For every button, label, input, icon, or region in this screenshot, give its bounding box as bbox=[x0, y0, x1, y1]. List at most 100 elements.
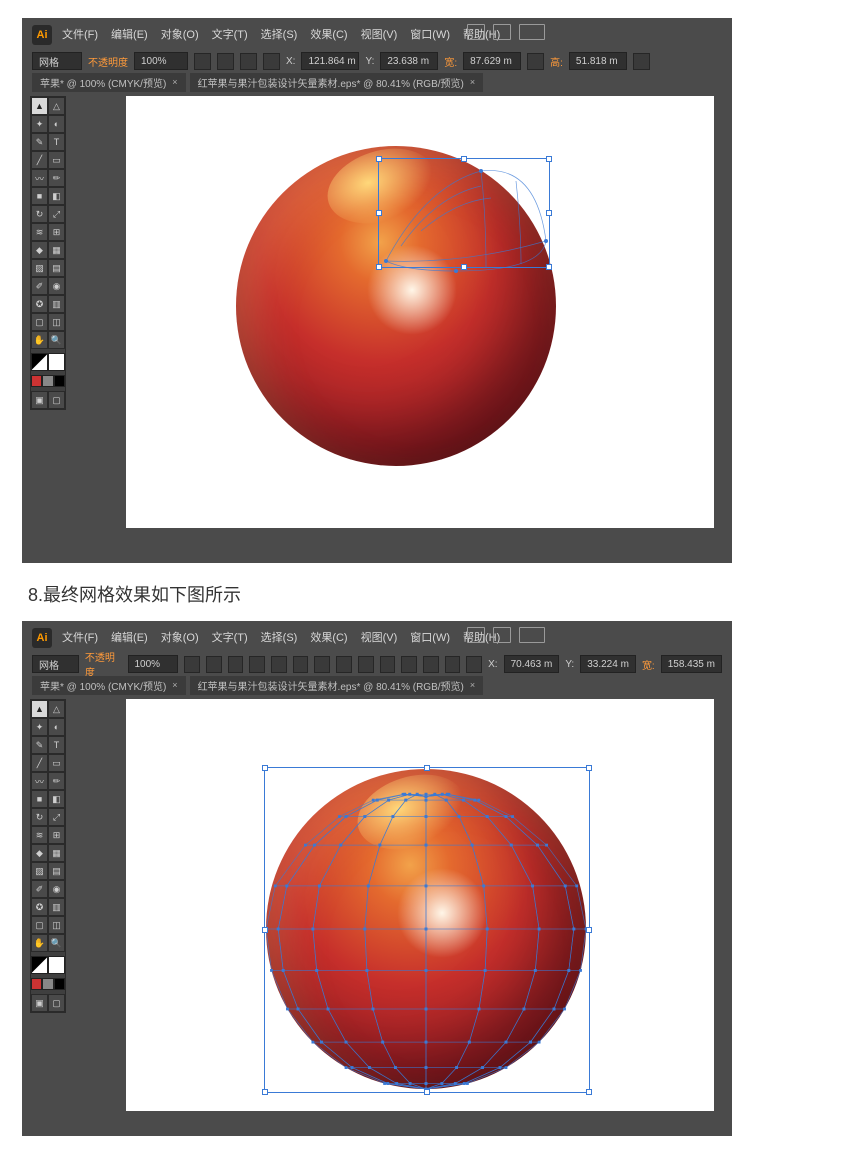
opacity-input[interactable]: 100% bbox=[134, 52, 188, 70]
pen-tool[interactable]: ✎ bbox=[31, 133, 48, 151]
screen-mode-tool[interactable]: ▣ bbox=[31, 994, 48, 1012]
tab-2[interactable]: 红苹果与果汁包装设计矢量素材.eps* @ 80.41% (RGB/预览)× bbox=[190, 73, 484, 92]
zoom-tool[interactable]: 🔍 bbox=[48, 934, 65, 952]
magic-wand-tool[interactable]: ✦ bbox=[31, 115, 48, 133]
anchor-icon-3[interactable] bbox=[293, 656, 309, 673]
selection-bounds[interactable] bbox=[378, 158, 550, 268]
fill-swatch[interactable] bbox=[31, 956, 48, 974]
pencil-tool[interactable]: ✏ bbox=[48, 772, 65, 790]
blob-brush-tool[interactable]: ■ bbox=[31, 790, 48, 808]
perspective-tool[interactable]: ▦ bbox=[48, 241, 65, 259]
rectangle-tool[interactable]: ▭ bbox=[48, 754, 65, 772]
stroke-swatch[interactable] bbox=[48, 353, 65, 371]
anchor-icon-8[interactable] bbox=[401, 656, 417, 673]
menu-view[interactable]: 视图(V) bbox=[361, 26, 398, 42]
menu-select[interactable]: 选择(S) bbox=[261, 26, 298, 42]
y-input[interactable]: 33.224 m bbox=[580, 655, 636, 673]
lasso-tool[interactable]: ◐ bbox=[48, 718, 65, 736]
symbol-tool[interactable]: ✪ bbox=[31, 295, 48, 313]
menu-effect[interactable]: 效果(C) bbox=[310, 26, 347, 42]
hand-tool[interactable]: ✋ bbox=[31, 331, 48, 349]
h-input[interactable]: 51.818 m bbox=[569, 52, 627, 70]
menu-edit[interactable]: 编辑(E) bbox=[111, 629, 148, 645]
anchor-icon-2[interactable] bbox=[271, 656, 287, 673]
mini-color[interactable] bbox=[42, 375, 53, 387]
anchor-icon-4[interactable] bbox=[314, 656, 330, 673]
type-tool[interactable]: T bbox=[48, 736, 65, 754]
eraser-tool[interactable]: ◧ bbox=[48, 187, 65, 205]
artboard-tool[interactable]: ▢ bbox=[31, 313, 48, 331]
close-icon[interactable]: × bbox=[470, 77, 475, 87]
close-icon[interactable]: × bbox=[172, 77, 177, 87]
menu-object[interactable]: 对象(O) bbox=[161, 26, 199, 42]
menu-effect[interactable]: 效果(C) bbox=[310, 629, 347, 645]
mini-color[interactable] bbox=[31, 375, 42, 387]
arrange-icon[interactable] bbox=[493, 24, 511, 40]
screen-mode-tool[interactable]: ▣ bbox=[31, 391, 48, 409]
workspace-icon[interactable] bbox=[519, 627, 545, 643]
magic-wand-tool[interactable]: ✦ bbox=[31, 718, 48, 736]
direct-selection-tool[interactable]: △ bbox=[48, 700, 65, 718]
blend-tool[interactable]: ◉ bbox=[48, 277, 65, 295]
zoom-tool[interactable]: 🔍 bbox=[48, 331, 65, 349]
selection-tool[interactable]: ▲ bbox=[31, 97, 48, 115]
extra-icon[interactable] bbox=[633, 53, 650, 70]
w-input[interactable]: 158.435 m bbox=[661, 655, 722, 673]
canvas[interactable] bbox=[126, 96, 714, 528]
menu-file[interactable]: 文件(F) bbox=[62, 629, 98, 645]
blob-brush-tool[interactable]: ■ bbox=[31, 187, 48, 205]
fill-swatch[interactable] bbox=[31, 353, 48, 371]
tab-1[interactable]: 苹果* @ 100% (CMYK/预览)× bbox=[32, 73, 186, 92]
transform-icon[interactable] bbox=[263, 53, 280, 70]
lasso-tool[interactable]: ◐ bbox=[48, 115, 65, 133]
w-input[interactable]: 87.629 m bbox=[463, 52, 521, 70]
mesh-tool[interactable]: ▨ bbox=[31, 862, 48, 880]
arrange-icon[interactable] bbox=[493, 627, 511, 643]
anchor-icon-5[interactable] bbox=[336, 656, 352, 673]
mini-color[interactable] bbox=[54, 978, 65, 990]
mini-color[interactable] bbox=[54, 375, 65, 387]
close-icon[interactable]: × bbox=[172, 680, 177, 690]
brush-tool[interactable]: 〰 bbox=[31, 169, 48, 187]
eraser-tool[interactable]: ◧ bbox=[48, 790, 65, 808]
direct-selection-tool[interactable]: △ bbox=[48, 97, 65, 115]
width-tool[interactable]: ≋ bbox=[31, 826, 48, 844]
recolor-icon[interactable] bbox=[206, 656, 222, 673]
symbol-tool[interactable]: ✪ bbox=[31, 898, 48, 916]
gradient-tool[interactable]: ▤ bbox=[48, 259, 65, 277]
close-icon[interactable]: × bbox=[470, 680, 475, 690]
type-tool[interactable]: T bbox=[48, 133, 65, 151]
workspace-icon[interactable] bbox=[519, 24, 545, 40]
eyedropper-tool[interactable]: ✐ bbox=[31, 277, 48, 295]
shape-builder-tool[interactable]: ◆ bbox=[31, 844, 48, 862]
x-input[interactable]: 70.463 m bbox=[504, 655, 560, 673]
rotate-tool[interactable]: ↻ bbox=[31, 808, 48, 826]
anchor-icon-1[interactable] bbox=[249, 656, 265, 673]
artboard-tool[interactable]: ▢ bbox=[31, 916, 48, 934]
rotate-tool[interactable]: ↻ bbox=[31, 205, 48, 223]
link-wh-icon[interactable] bbox=[527, 53, 544, 70]
edit-mode-tool[interactable]: ▢ bbox=[48, 391, 65, 409]
free-transform-tool[interactable]: ⊞ bbox=[48, 826, 65, 844]
reference-point-icon[interactable] bbox=[466, 656, 482, 673]
anchor-icon-10[interactable] bbox=[445, 656, 461, 673]
tab-1[interactable]: 苹果* @ 100% (CMYK/预览)× bbox=[32, 676, 186, 695]
menu-object[interactable]: 对象(O) bbox=[161, 629, 199, 645]
layout-icon[interactable] bbox=[467, 627, 485, 643]
menu-type[interactable]: 文字(T) bbox=[212, 26, 248, 42]
menu-window[interactable]: 窗口(W) bbox=[410, 26, 450, 42]
hand-tool[interactable]: ✋ bbox=[31, 934, 48, 952]
shape-builder-tool[interactable]: ◆ bbox=[31, 241, 48, 259]
perspective-tool[interactable]: ▦ bbox=[48, 844, 65, 862]
recolor-icon[interactable] bbox=[217, 53, 234, 70]
graph-tool[interactable]: ▥ bbox=[48, 898, 65, 916]
line-tool[interactable]: ╱ bbox=[31, 754, 48, 772]
align-icon[interactable] bbox=[228, 656, 244, 673]
scale-tool[interactable]: ⤢ bbox=[48, 205, 65, 223]
edit-mode-tool[interactable]: ▢ bbox=[48, 994, 65, 1012]
menu-window[interactable]: 窗口(W) bbox=[410, 629, 450, 645]
selection-tool[interactable]: ▲ bbox=[31, 700, 48, 718]
mini-color[interactable] bbox=[31, 978, 42, 990]
slice-tool[interactable]: ◫ bbox=[48, 916, 65, 934]
scale-tool[interactable]: ⤢ bbox=[48, 808, 65, 826]
